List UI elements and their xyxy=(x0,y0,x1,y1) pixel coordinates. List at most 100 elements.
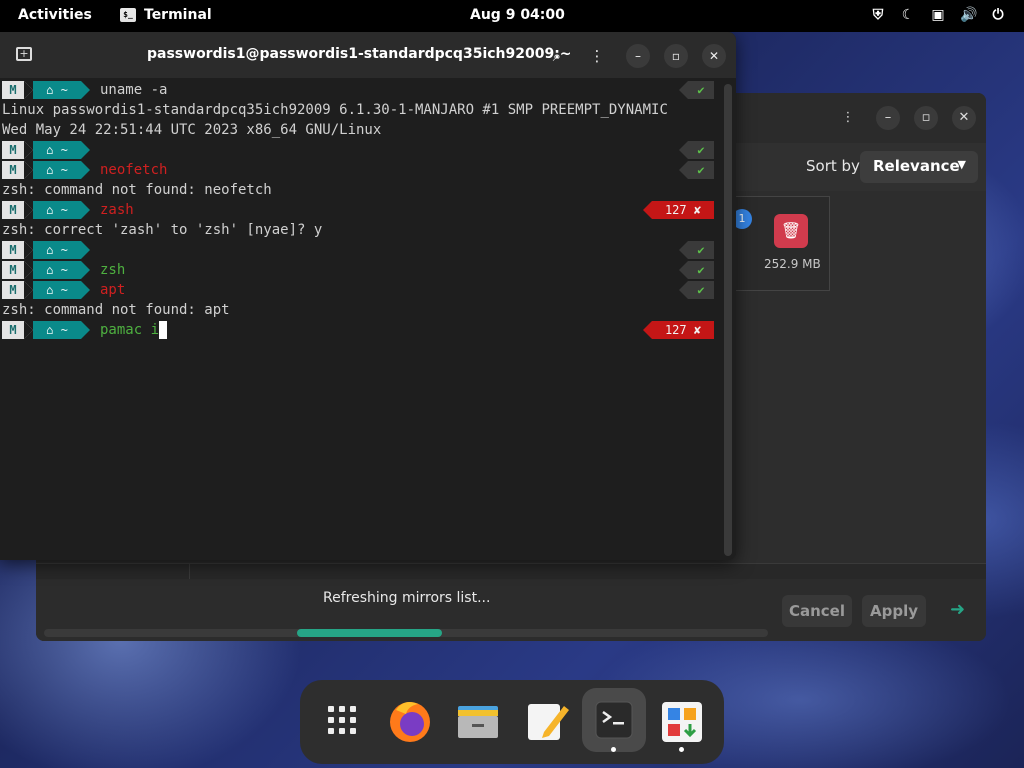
prompt-line: M ⌂ ~ zsh ✔ xyxy=(2,260,718,280)
prompt-dir-segment: ⌂ ~ xyxy=(24,281,90,299)
arrow-right-icon[interactable]: ➜ xyxy=(950,599,965,620)
manjaro-logo-icon: M xyxy=(2,321,33,339)
prompt-line: M ⌂ ~ pamac i 127 ✘ xyxy=(2,320,718,340)
command-value: zsh xyxy=(100,262,126,278)
running-indicator xyxy=(611,747,616,752)
text-editor-icon[interactable] xyxy=(514,688,578,752)
manjaro-logo-icon: M xyxy=(2,141,33,159)
file-manager-icon[interactable] xyxy=(446,688,510,752)
prompt-line: M ⌂ ~ zash 127 ✘ xyxy=(2,200,718,220)
cancel-button[interactable]: Cancel xyxy=(782,595,852,627)
prompt-dir-segment: ⌂ ~ xyxy=(24,161,90,179)
search-icon[interactable]: ⌕ xyxy=(545,44,569,68)
progress-bar xyxy=(44,629,768,637)
terminal-scrollbar[interactable] xyxy=(724,84,732,556)
new-tab-icon[interactable]: + xyxy=(16,47,32,61)
home-icon: ⌂ xyxy=(46,243,61,257)
prompt-dir: ~ xyxy=(60,143,68,157)
prompt-dir-segment: ⌂ ~ xyxy=(24,81,90,99)
output-line: zsh: command not found: apt xyxy=(2,300,718,320)
manjaro-logo-icon: M xyxy=(2,161,33,179)
command-text: neofetch xyxy=(100,160,167,180)
activities-button[interactable]: Activities xyxy=(18,7,92,23)
status-text: Refreshing mirrors list... xyxy=(323,590,491,606)
firefox-icon[interactable] xyxy=(378,688,442,752)
status-ok-segment: ✔ xyxy=(679,81,714,99)
trash-icon[interactable]: 🗑 xyxy=(774,214,808,248)
prompt-dir: ~ xyxy=(60,323,68,337)
status-ok-segment: ✔ xyxy=(679,161,714,179)
maximize-button[interactable]: ▫ xyxy=(914,106,938,130)
minimize-button[interactable]: – xyxy=(626,44,650,68)
dock xyxy=(300,680,724,764)
status-ok-segment: ✔ xyxy=(679,241,714,259)
manjaro-logo-icon: M xyxy=(2,281,33,299)
status-ok-segment: ✔ xyxy=(679,261,714,279)
minimize-button[interactable]: – xyxy=(876,106,900,130)
command-text: pamac i xyxy=(100,320,168,340)
home-icon: ⌂ xyxy=(46,323,61,337)
prompt-dir-segment: ⌂ ~ xyxy=(24,321,90,339)
output-line: zsh: command not found: neofetch xyxy=(2,180,718,200)
close-button[interactable]: ✕ xyxy=(702,44,726,68)
manjaro-logo-icon: M xyxy=(2,261,33,279)
app-grid-icon[interactable] xyxy=(310,688,374,752)
chevron-down-icon: ▼ xyxy=(957,158,966,171)
command-text: zash xyxy=(100,200,134,220)
prompt-dir-segment: ⌂ ~ xyxy=(24,261,90,279)
sort-by-label: Sort by xyxy=(806,157,860,175)
output-line: Wed May 24 22:51:44 UTC 2023 x86_64 GNU/… xyxy=(2,120,718,140)
prompt-dir-segment: ⌂ ~ xyxy=(24,241,90,259)
home-icon: ⌂ xyxy=(46,283,61,297)
prompt-dir: ~ xyxy=(60,163,68,177)
home-icon: ⌂ xyxy=(46,263,61,277)
kebab-menu-icon[interactable]: ⋮ xyxy=(585,44,609,68)
apply-button[interactable]: Apply xyxy=(862,595,926,627)
terminal-title: passwordis1@passwordis1-standardpcq35ich… xyxy=(147,46,572,62)
package-size: 252.9 MB xyxy=(764,257,821,271)
sort-dropdown[interactable]: Relevance ▼ xyxy=(860,151,978,183)
running-indicator xyxy=(679,747,684,752)
kebab-menu-icon[interactable]: ⋮ xyxy=(836,106,860,130)
maximize-button[interactable]: ▫ xyxy=(664,44,688,68)
software-store-icon[interactable] xyxy=(650,688,714,752)
output-text: Linux passwordis1-standardpcq35ich92009 … xyxy=(2,102,668,118)
volume-icon[interactable]: 🔊 xyxy=(960,6,977,24)
prompt-dir-segment: ⌂ ~ xyxy=(24,141,90,159)
top-bar: Activities $_ Terminal Aug 9 04:00 ⛨ ☾ ▣… xyxy=(0,0,1024,32)
command-text: apt xyxy=(100,280,125,300)
close-button[interactable]: ✕ xyxy=(952,106,976,130)
command-value: apt xyxy=(100,282,126,298)
output-line: Linux passwordis1-standardpcq35ich92009 … xyxy=(2,100,718,120)
system-tray[interactable]: ⛨ ☾ ▣ 🔊 ⏻ xyxy=(870,6,1006,24)
terminal-icon[interactable] xyxy=(582,688,646,752)
app-menu[interactable]: $_ Terminal xyxy=(120,7,212,23)
prompt-dir: ~ xyxy=(60,203,68,217)
shield-icon[interactable]: ⛨ xyxy=(870,6,886,24)
manjaro-logo-icon: M xyxy=(2,81,33,99)
power-icon[interactable]: ⏻ xyxy=(990,6,1006,24)
sort-dropdown-value: Relevance xyxy=(873,157,960,175)
prompt-dir: ~ xyxy=(60,283,68,297)
output-text: Wed May 24 22:51:44 UTC 2023 x86_64 GNU/… xyxy=(2,122,382,138)
status-ok-segment: ✔ xyxy=(679,281,714,299)
output-text: zsh: command not found: apt xyxy=(2,302,230,318)
prompt-dir: ~ xyxy=(60,263,68,277)
clock[interactable]: Aug 9 04:00 xyxy=(470,7,565,23)
command-value: zash xyxy=(100,202,134,218)
home-icon: ⌂ xyxy=(46,83,61,97)
prompt-line: M ⌂ ~ uname -a ✔ xyxy=(2,80,718,100)
status-error-segment: 127 ✘ xyxy=(643,201,714,219)
night-light-icon[interactable]: ☾ xyxy=(900,6,916,24)
prompt-dir: ~ xyxy=(60,83,68,97)
output-text: zsh: command not found: neofetch xyxy=(2,182,272,198)
command-text: zsh xyxy=(100,260,125,280)
app-menu-label: Terminal xyxy=(144,7,212,23)
screen-share-icon[interactable]: ▣ xyxy=(930,6,946,24)
terminal-app-icon: $_ xyxy=(120,8,136,22)
home-icon: ⌂ xyxy=(46,163,61,177)
terminal-output[interactable]: M ⌂ ~ uname -a ✔ Linux passwordis1-standardp… xyxy=(0,78,720,560)
home-icon: ⌂ xyxy=(46,203,61,217)
manjaro-logo-icon: M xyxy=(2,241,33,259)
output-line: zsh: correct 'zash' to 'zsh' [nyae]? y xyxy=(2,220,718,240)
